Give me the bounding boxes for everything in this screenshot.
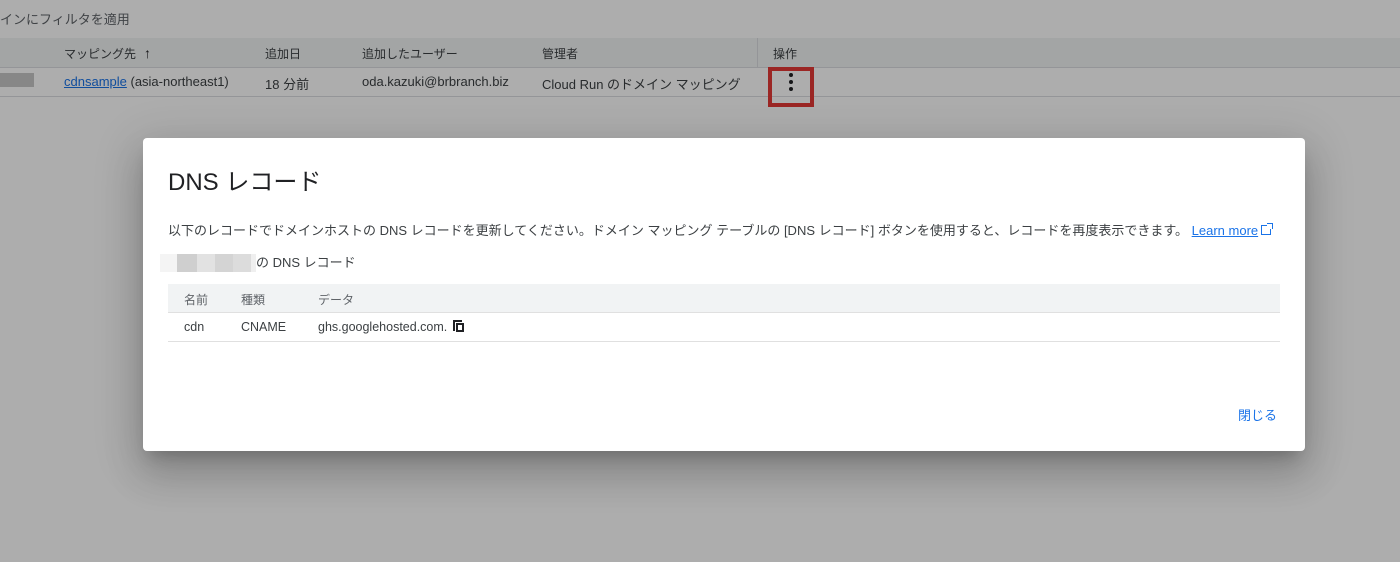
redacted-domain-name bbox=[160, 253, 177, 272]
domain-records-suffix: の DNS レコード bbox=[256, 255, 356, 270]
dns-records-table: 名前 種類 データ cdn CNAME ghs.googlehosted.com… bbox=[168, 284, 1280, 342]
dns-header-type: 種類 bbox=[241, 293, 266, 307]
close-button[interactable]: 閉じる bbox=[1238, 405, 1277, 424]
dialog-description: 以下のレコードでドメインホストの DNS レコードを更新してください。ドメイン … bbox=[168, 220, 1274, 239]
dns-header-name: 名前 bbox=[184, 293, 209, 307]
copy-icon[interactable] bbox=[453, 320, 465, 333]
dns-header-data: データ bbox=[318, 293, 355, 307]
learn-more-link[interactable]: Learn more bbox=[1191, 223, 1274, 238]
dns-table-header: 名前 種類 データ bbox=[168, 284, 1280, 313]
learn-more-label: Learn more bbox=[1191, 223, 1259, 238]
dialog-description-text: 以下のレコードでドメインホストの DNS レコードを更新してください。ドメイン … bbox=[168, 223, 1189, 238]
domain-records-heading: の DNS レコード bbox=[160, 251, 356, 272]
dns-record-data: ghs.googlehosted.com. bbox=[318, 320, 448, 334]
dns-records-dialog: DNS レコード 以下のレコードでドメインホストの DNS レコードを更新してく… bbox=[143, 138, 1305, 451]
dialog-title: DNS レコード bbox=[168, 169, 322, 196]
dns-record-data-cell: ghs.googlehosted.com. bbox=[318, 320, 465, 334]
dns-record-name: cdn bbox=[184, 320, 205, 334]
external-link-icon bbox=[1261, 223, 1274, 235]
dns-record-type: CNAME bbox=[241, 320, 287, 334]
table-row: cdn CNAME ghs.googlehosted.com. bbox=[168, 313, 1280, 342]
